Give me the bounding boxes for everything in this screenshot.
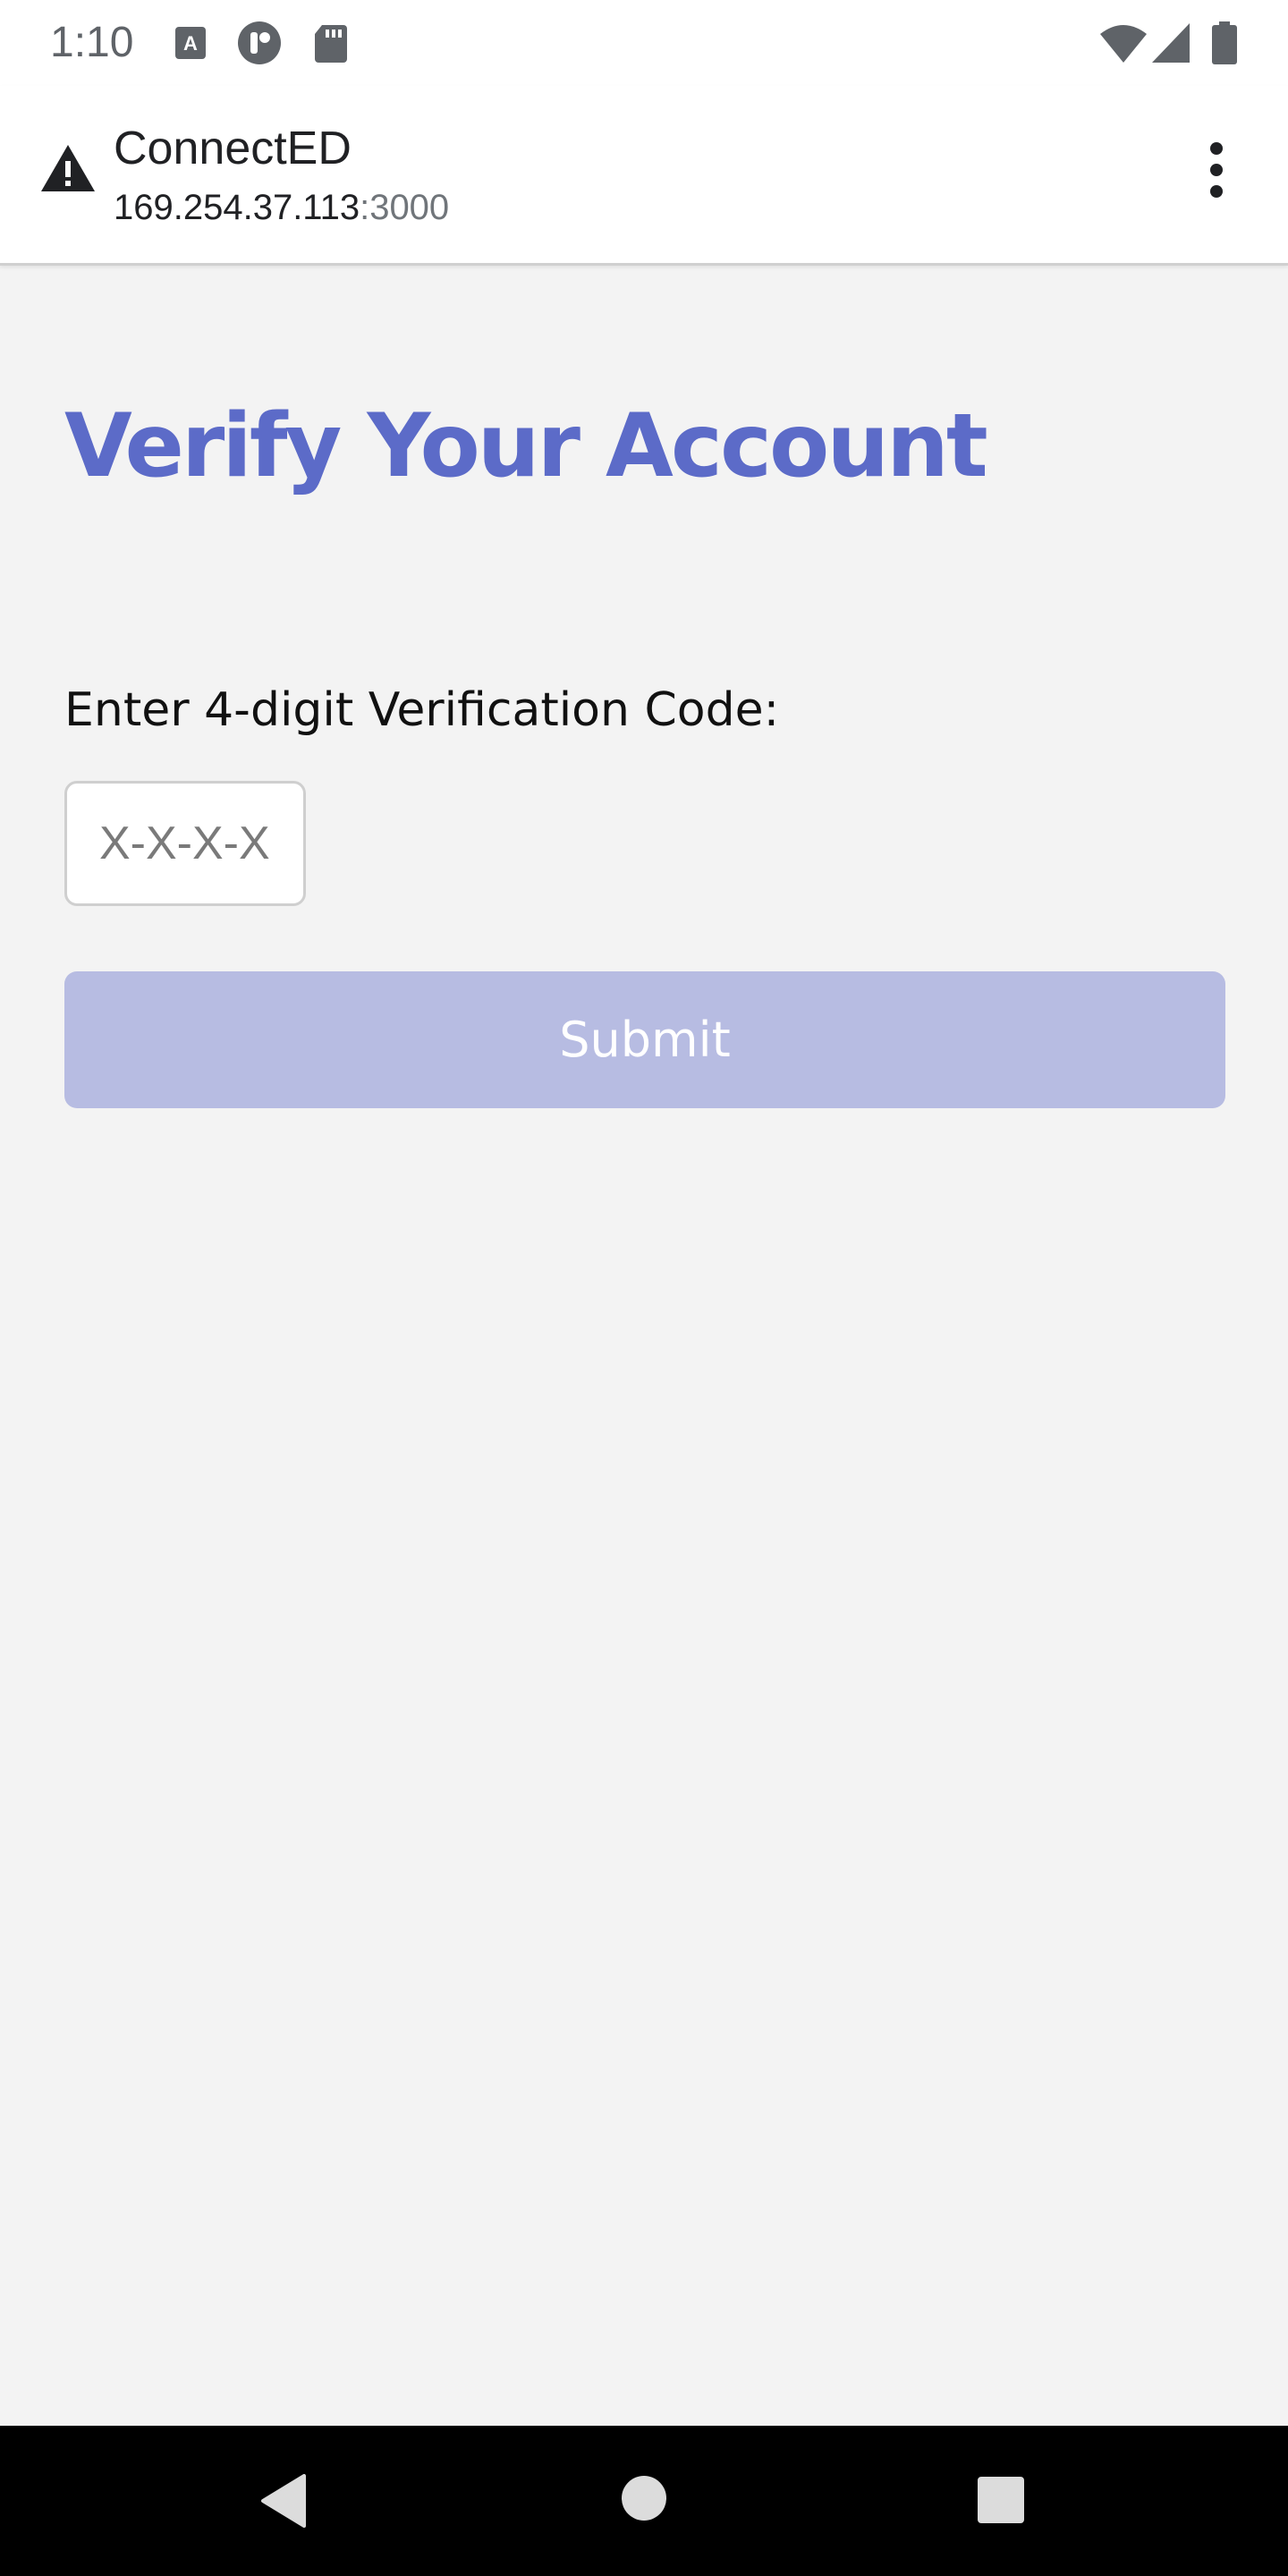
- status-time: 1:10: [50, 19, 134, 66]
- signal-icon: [1150, 21, 1191, 68]
- recents-icon[interactable]: [977, 2476, 1025, 2528]
- home-icon[interactable]: [620, 2474, 668, 2526]
- code-label: Enter 4-digit Verification Code:: [64, 683, 780, 737]
- warning-icon[interactable]: [39, 143, 97, 197]
- verification-code-input[interactable]: [64, 781, 306, 906]
- circle-app-icon: [236, 21, 283, 68]
- sd-card-icon: [313, 21, 349, 68]
- more-vert-icon[interactable]: [1200, 141, 1233, 202]
- text-a-icon: A: [174, 21, 209, 68]
- browser-url-bar[interactable]: ConnectED 169.254.37.113:3000: [0, 86, 1288, 266]
- battery-icon: [1211, 21, 1238, 68]
- site-title: ConnectED: [114, 123, 352, 174]
- url-host: 169.254.37.113: [114, 188, 360, 227]
- url-port: :3000: [360, 188, 450, 227]
- page-title: Verify Your Account: [64, 395, 988, 497]
- system-nav-bar: [0, 2426, 1288, 2576]
- wifi-icon: [1098, 21, 1148, 68]
- submit-button[interactable]: Submit: [64, 971, 1225, 1108]
- site-url[interactable]: 169.254.37.113:3000: [114, 186, 449, 229]
- back-icon[interactable]: [259, 2474, 308, 2531]
- status-bar: 1:10 A: [0, 0, 1288, 86]
- svg-text:A: A: [183, 32, 198, 55]
